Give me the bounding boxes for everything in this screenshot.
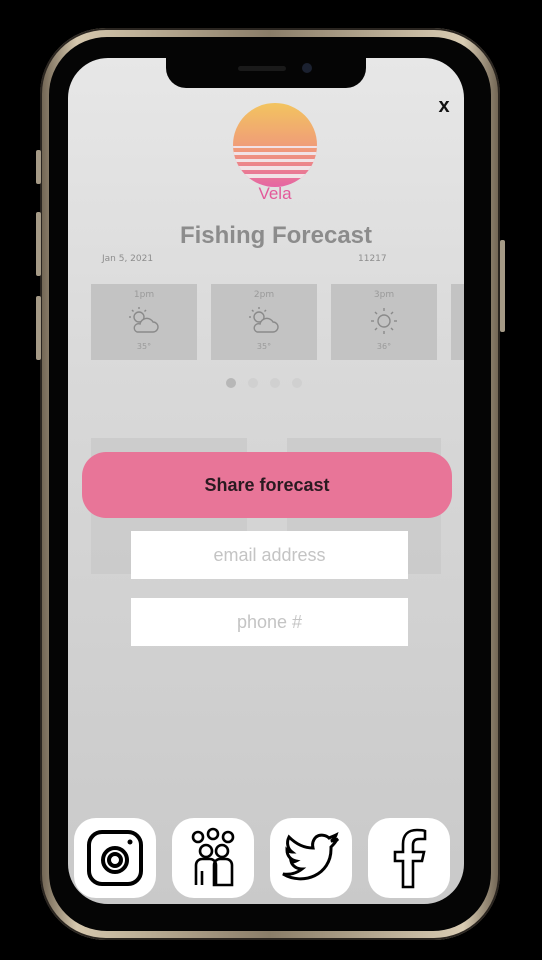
twitter-icon: [282, 832, 340, 881]
hour-card[interactable]: 1pm 35°: [91, 284, 197, 360]
app-screen: x Vela Fishing Forecast Jan 5, 2021 1121…: [68, 58, 464, 904]
speaker: [238, 66, 286, 71]
volume-up-button: [36, 212, 41, 276]
email-field[interactable]: [131, 531, 408, 579]
page-title: Fishing Forecast: [179, 222, 373, 249]
notch: [166, 58, 366, 88]
hour-temperature: 36°: [376, 342, 392, 351]
pagination-dot-active[interactable]: [226, 378, 236, 388]
facebook-button[interactable]: [368, 818, 450, 898]
partly-cloudy-icon: [129, 307, 159, 333]
hour-card[interactable]: 3pm 36°: [331, 284, 437, 360]
hour-time: 2pm: [253, 290, 275, 300]
share-forecast-button[interactable]: Share forecast: [82, 452, 452, 518]
hour-temperature: 35°: [136, 342, 152, 351]
hour-time: 3pm: [373, 290, 395, 300]
close-button[interactable]: x: [432, 94, 456, 118]
sunset-logo-icon: [233, 103, 317, 187]
hour-temperature: 35°: [256, 342, 272, 351]
forecast-reference: 11217: [358, 254, 387, 264]
instagram-icon: [87, 830, 143, 886]
twitter-button[interactable]: [270, 818, 352, 898]
volume-down-button: [36, 296, 41, 360]
front-camera: [302, 63, 312, 73]
hour-card[interactable]: 2pm 35°: [211, 284, 317, 360]
pagination-dot[interactable]: [270, 378, 280, 388]
forecast-date: Jan 5, 2021: [102, 254, 154, 264]
pagination-dot[interactable]: [248, 378, 258, 388]
group-share-button[interactable]: [172, 818, 254, 898]
sun-icon: [371, 308, 397, 334]
pagination-dot[interactable]: [292, 378, 302, 388]
instagram-button[interactable]: [74, 818, 156, 898]
mute-switch: [36, 150, 41, 184]
hour-card-partial[interactable]: [451, 284, 464, 360]
hour-time: 1pm: [133, 290, 155, 300]
power-button: [500, 240, 505, 332]
partly-cloudy-icon: [249, 307, 279, 333]
group-icon: [191, 827, 235, 887]
phone-field[interactable]: [131, 598, 408, 646]
brand-name: Vela: [258, 184, 292, 203]
facebook-icon: [393, 828, 427, 889]
